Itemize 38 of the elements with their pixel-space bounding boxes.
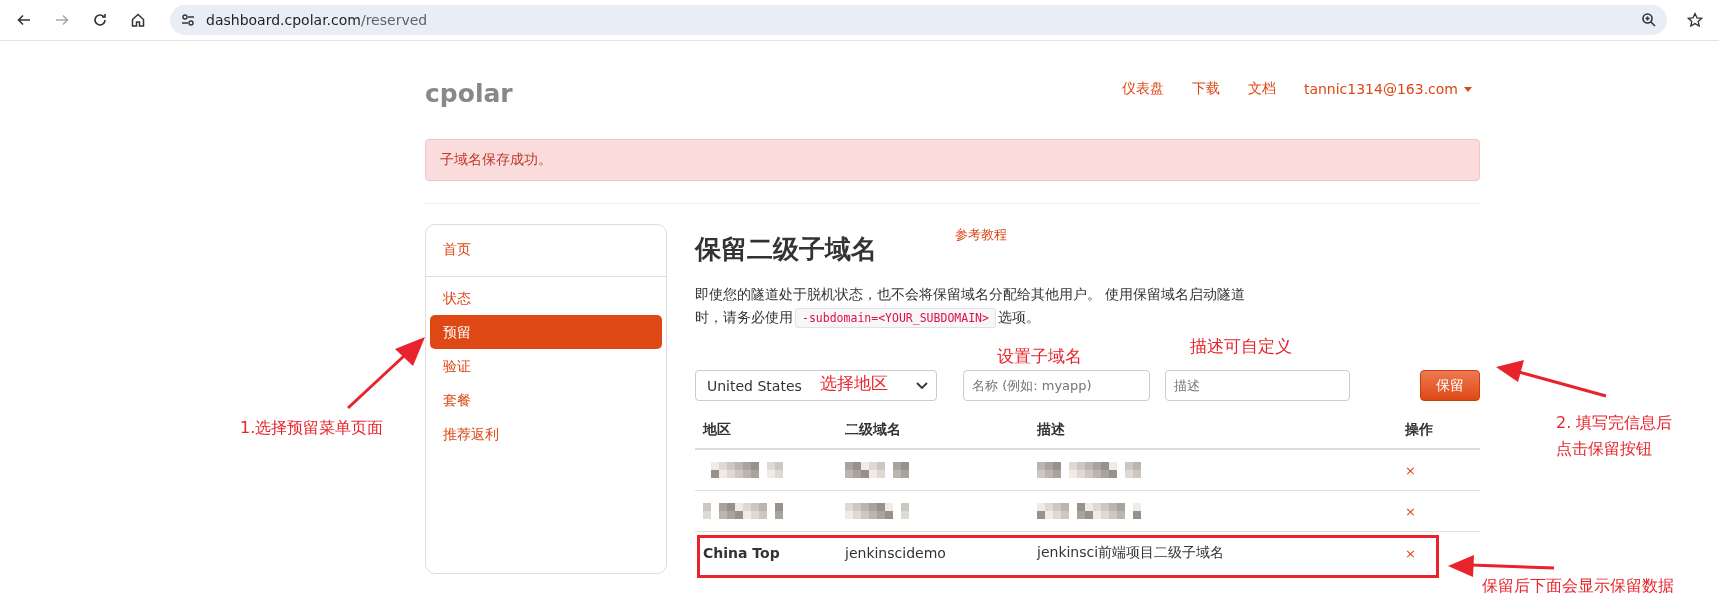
address-bar[interactable]: dashboard.cpolar.com/reserved [170,5,1667,35]
nav-link[interactable]: 文档 [1247,80,1276,98]
sidebar-item[interactable]: 验证 [430,349,662,383]
table-cell: jenkinscidemo [845,545,946,561]
sidebar-item[interactable]: 首页 [430,229,662,270]
annotation-label: 选择地区 [820,372,888,395]
column-header: 描述 [1037,421,1065,437]
alert-message: 子域名保存成功。 [440,151,552,167]
tutorial-link[interactable]: 参考教程 [955,226,1007,244]
sidebar-item[interactable]: 推荐返利 [430,417,662,451]
sidebar-item[interactable]: 状态 [430,281,662,315]
nav-link[interactable]: 下载 [1191,80,1220,98]
annotation-label: 点击保留按钮 [1556,438,1653,460]
annotation-label: 1.选择预留菜单页面 [240,418,384,439]
logo[interactable]: cpolar [425,70,513,108]
table-cell: jenkinsci前端项目二级子域名 [1037,544,1225,560]
delete-button[interactable]: × [1405,463,1416,478]
name-field[interactable]: 名称 (例如: myapp) [963,370,1150,401]
column-header: 二级域名 [845,421,901,437]
account-menu[interactable]: tannic1314@163.com [1303,80,1472,98]
reserve-button[interactable]: 保留 [1420,370,1480,401]
url-path: /reserved [360,12,428,28]
delete-button[interactable]: × [1405,504,1416,519]
description-field[interactable]: 描述 [1165,370,1350,401]
annotation-label: 保留后下面会显示保留数据 [1482,576,1674,597]
column-header: 地区 [703,421,731,437]
sidebar-item[interactable]: 预留 [430,315,662,349]
delete-button[interactable]: × [1405,546,1416,561]
sidebar-item[interactable]: 套餐 [430,383,662,417]
annotation-label: 2. 填写完信息后 [1556,412,1673,434]
annotation-label: 描述可自定义 [1190,335,1292,358]
description-text: 即使您的隧道处于脱机状态，也不会将保留域名分配给其他用户。 使用保留域名启动隧道时，请务必使用 -subdomain=<YOUR_SUBDOMAIN> 选项。 [695,283,1255,330]
page-title: 保留二级子域名 [695,233,877,266]
url-host: dashboard.cpolar.com [206,12,361,28]
column-header: 操作 [1405,421,1433,437]
nav-link[interactable]: 仪表盘 [1121,80,1164,98]
annotation-label: 设置子域名 [997,345,1082,368]
table-cell: China Top [703,545,780,561]
